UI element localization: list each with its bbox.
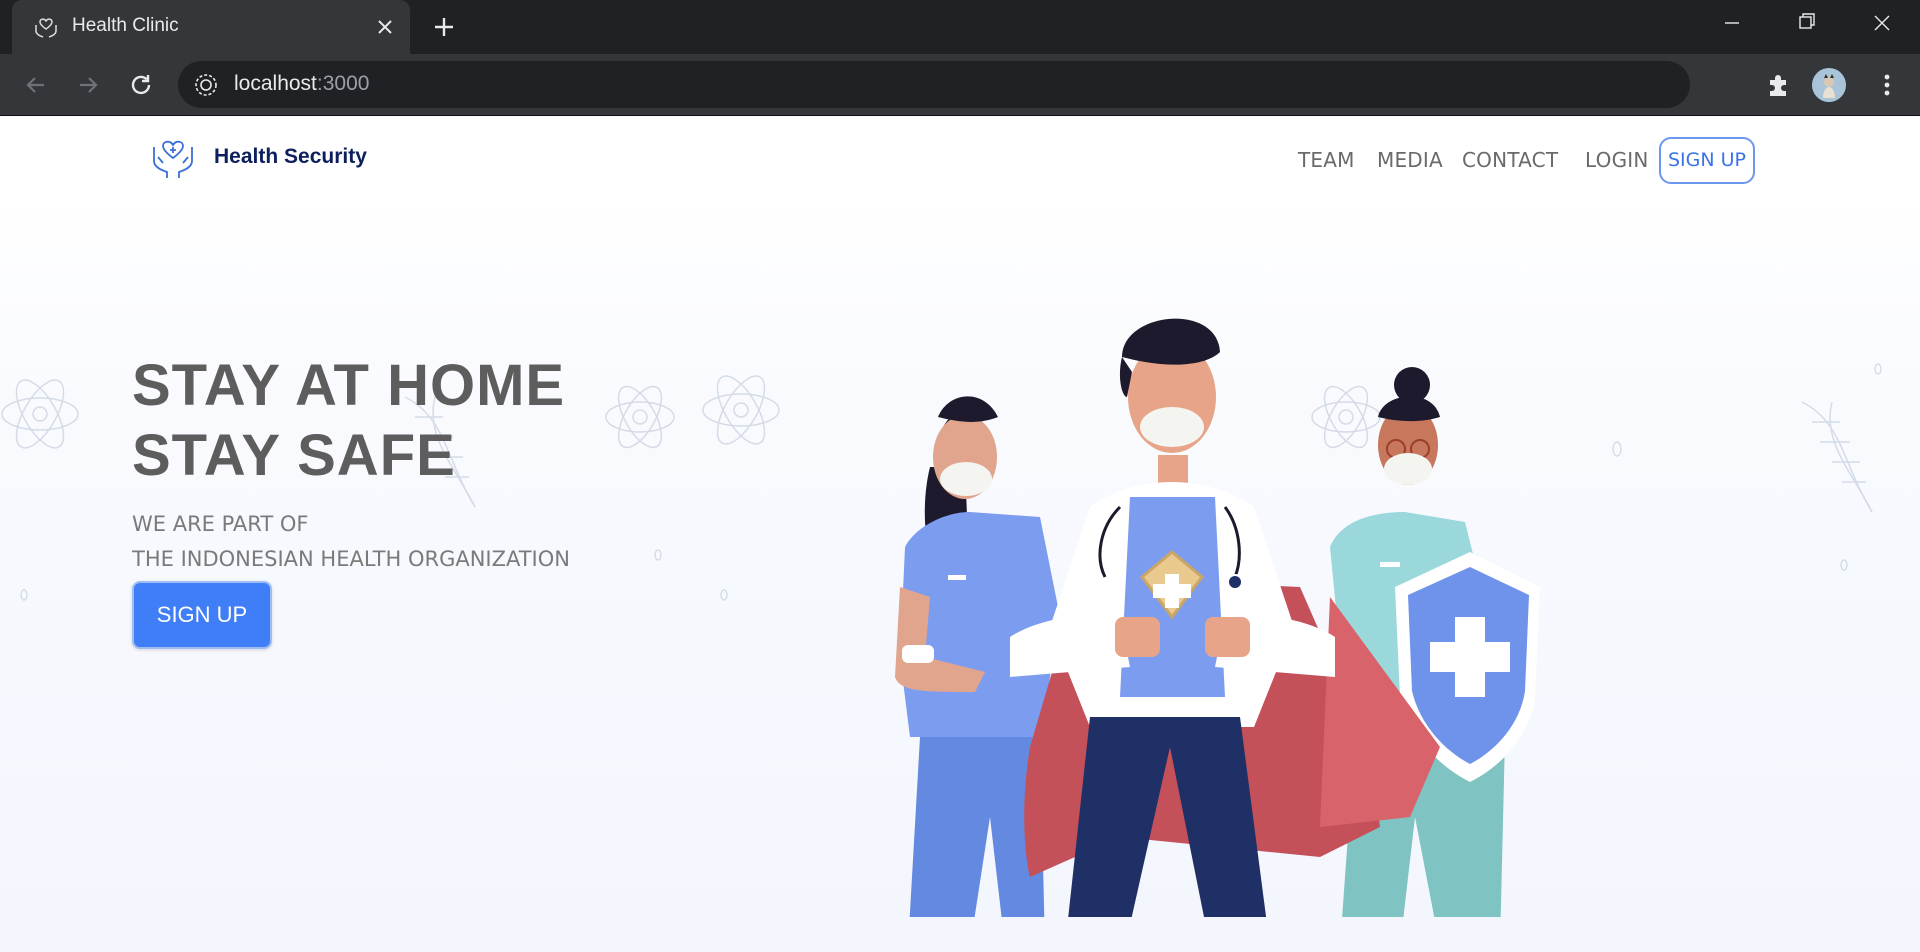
address-bar[interactable]: localhost:3000 <box>178 61 1690 108</box>
url-host: localhost <box>234 72 317 95</box>
hero-signup-button[interactable]: SIGN UP <box>132 581 272 649</box>
extensions-icon[interactable] <box>1762 68 1796 102</box>
atom-decoration-icon <box>605 385 675 449</box>
dot-decoration-icon <box>20 589 28 601</box>
reload-icon[interactable] <box>125 69 157 101</box>
nav-login-link[interactable]: LOGIN <box>1585 137 1649 183</box>
dot-decoration-icon <box>654 549 662 561</box>
browser-tab-bar: Health Clinic <box>0 0 1920 54</box>
back-arrow-icon[interactable] <box>20 69 52 101</box>
browser-toolbar: localhost:3000 <box>0 54 1920 116</box>
nav-signup-button[interactable]: SIGN UP <box>1659 137 1755 184</box>
hero-title-line-2: STAY SAFE <box>132 423 456 488</box>
hero-subtitle-line-1: WE ARE PART OF <box>132 512 309 536</box>
kebab-menu-icon[interactable] <box>1870 68 1904 102</box>
dot-decoration-icon <box>1840 559 1848 571</box>
hero-subtitle: WE ARE PART OF THE INDONESIAN HEALTH ORG… <box>132 507 570 577</box>
hero-subtitle-line-2: THE INDONESIAN HEALTH ORGANIZATION <box>132 547 570 571</box>
tab-title: Health Clinic <box>72 15 179 36</box>
hero-title-line-1: STAY AT HOME <box>132 353 566 418</box>
window-close-icon[interactable] <box>1862 8 1902 38</box>
nav-media-link[interactable]: MEDIA <box>1377 137 1443 183</box>
url-text: localhost:3000 <box>234 72 369 96</box>
profile-avatar[interactable] <box>1812 68 1846 102</box>
nav-team-link[interactable]: TEAM <box>1298 137 1355 183</box>
close-icon[interactable] <box>372 14 398 40</box>
heart-hands-logo-icon[interactable] <box>148 131 198 181</box>
heart-hands-icon <box>35 18 57 38</box>
brand-name[interactable]: Health Security <box>214 145 367 169</box>
dot-decoration-icon <box>1612 441 1622 457</box>
dot-decoration-icon <box>720 589 728 601</box>
site-info-icon[interactable] <box>192 71 220 99</box>
forward-arrow-icon[interactable] <box>72 69 104 101</box>
dna-decoration-icon <box>1801 401 1873 513</box>
atom-decoration-icon <box>702 375 780 445</box>
hero-title: STAY AT HOME STAY SAFE <box>132 351 565 491</box>
page-content: Health Security TEAM MEDIA CONTACT LOGIN… <box>0 117 1920 952</box>
dot-decoration-icon <box>1874 363 1882 375</box>
atom-decoration-icon <box>1 379 79 449</box>
browser-tab[interactable]: Health Clinic <box>12 0 410 54</box>
plus-icon[interactable] <box>430 13 458 41</box>
url-port: :3000 <box>316 72 370 95</box>
restore-icon[interactable] <box>1786 8 1826 38</box>
health-workers-illustration <box>895 318 1540 917</box>
minimize-icon[interactable] <box>1712 8 1752 38</box>
nav-contact-link[interactable]: CONTACT <box>1462 137 1558 183</box>
